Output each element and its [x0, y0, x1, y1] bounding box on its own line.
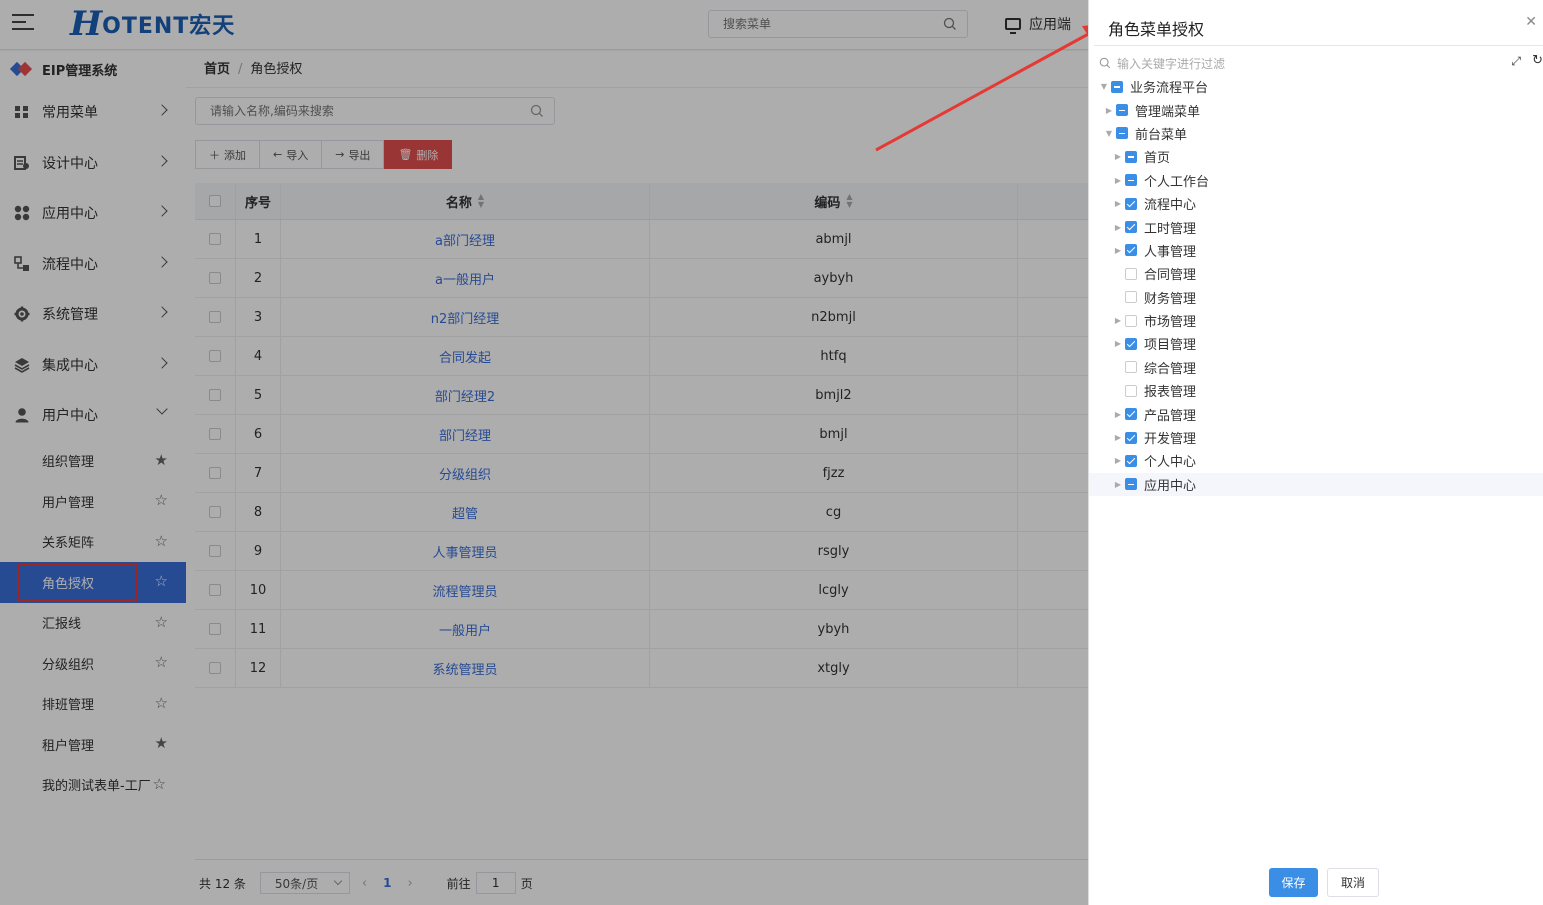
drawer-title: 角色菜单授权 [1108, 20, 1205, 39]
tree-node-label: 开发管理 [1144, 432, 1197, 448]
tree-checkbox[interactable] [1125, 454, 1137, 467]
tree-checkbox[interactable] [1125, 478, 1137, 491]
divider [1094, 45, 1543, 46]
tree-node[interactable]: ▶报表管理 [1089, 379, 1543, 402]
tree-node-label: 项目管理 [1144, 338, 1197, 354]
tree-node-label: 产品管理 [1144, 408, 1197, 424]
caret-right-icon[interactable]: ▶ [1113, 152, 1123, 161]
tree-checkbox[interactable] [1125, 244, 1137, 257]
tree-checkbox[interactable] [1125, 384, 1137, 397]
tree-node-label: 综合管理 [1144, 361, 1197, 377]
tree-node[interactable]: ▶ 流程中心 [1089, 192, 1543, 215]
tree-checkbox[interactable] [1125, 361, 1137, 374]
tree-checkbox[interactable] [1125, 408, 1137, 421]
tree-node[interactable]: ▶财务管理 [1089, 286, 1543, 309]
tree-checkbox[interactable] [1125, 314, 1137, 327]
tree-node[interactable]: ▶综合管理 [1089, 356, 1543, 379]
tree-checkbox[interactable] [1125, 150, 1137, 163]
cancel-button[interactable]: 取消 [1327, 868, 1379, 897]
caret-down-icon[interactable]: ▼ [1104, 129, 1114, 138]
tree-node-label: 流程中心 [1144, 198, 1197, 214]
caret-right-icon[interactable]: ▶ [1113, 223, 1123, 232]
tree-node[interactable]: ▶ 市场管理 [1089, 309, 1543, 332]
tree-node-label: 首页 [1144, 151, 1171, 167]
caret-right-icon[interactable]: ▶ [1113, 246, 1123, 255]
tree-node[interactable]: ▶ 个人工作台 [1089, 169, 1543, 192]
tree-filter-placeholder: 输入关键字进行过滤 [1117, 56, 1226, 71]
caret-right-icon[interactable]: ▶ [1113, 339, 1123, 348]
tree-node-label: 个人工作台 [1144, 174, 1210, 190]
tree-node-label: 业务流程平台 [1130, 81, 1209, 97]
caret-right-icon[interactable]: ▶ [1113, 456, 1123, 465]
tree-node-label: 工时管理 [1144, 221, 1197, 237]
tree-node-label: 报表管理 [1144, 385, 1197, 401]
tree-node[interactable]: ▶ 管理端菜单 [1089, 98, 1543, 121]
tree-node[interactable]: ▶ 应用中心 [1089, 472, 1543, 497]
tree-node-label: 合同管理 [1144, 268, 1197, 284]
tree-node[interactable]: ▶ 工时管理 [1089, 215, 1543, 238]
tree-checkbox[interactable] [1125, 267, 1137, 280]
caret-right-icon[interactable]: ▶ [1113, 433, 1123, 442]
tree-checkbox[interactable] [1125, 291, 1137, 304]
tree-checkbox[interactable] [1125, 431, 1137, 444]
tree-node[interactable]: ▶合同管理 [1089, 262, 1543, 285]
caret-right-icon[interactable]: ▶ [1113, 410, 1123, 419]
save-button[interactable]: 保存 [1269, 868, 1318, 897]
tree-checkbox[interactable] [1125, 197, 1137, 210]
tree-checkbox[interactable] [1125, 221, 1137, 234]
caret-right-icon[interactable]: ▶ [1104, 106, 1114, 115]
tree-node-label: 个人中心 [1144, 455, 1197, 471]
role-menu-drawer: 角色菜单授权 ✕ 输入关键字进行过滤 ⤢ ↻ ▼ 业务流程平台 ▶ 管理端菜单 ▼ 前台菜… [1088, 0, 1543, 905]
tree-node[interactable]: ▶ 产品管理 [1089, 402, 1543, 425]
tree-node-label: 管理端菜单 [1135, 104, 1201, 120]
tree-node[interactable]: ▶ 人事管理 [1089, 239, 1543, 262]
caret-right-icon[interactable]: ▶ [1113, 480, 1123, 489]
expand-icon[interactable]: ⤢ [1511, 54, 1521, 69]
tree-node[interactable]: ▼ 前台菜单 [1089, 122, 1543, 145]
tree-node-label: 前台菜单 [1135, 127, 1188, 143]
search-icon [1099, 57, 1111, 69]
tree-node[interactable]: ▼ 业务流程平台 [1089, 75, 1543, 98]
caret-right-icon[interactable]: ▶ [1113, 199, 1123, 208]
tree-checkbox[interactable] [1116, 127, 1128, 140]
menu-tree: ▼ 业务流程平台 ▶ 管理端菜单 ▼ 前台菜单 ▶ 首页 ▶ 个人工作台 ▶ 流程中心 ▶ 工时管理 ▶ 人事… [1089, 75, 1543, 497]
caret-right-icon[interactable]: ▶ [1113, 176, 1123, 185]
refresh-icon[interactable]: ↻ [1532, 53, 1543, 68]
tree-node-label: 应用中心 [1144, 478, 1197, 494]
tree-checkbox[interactable] [1116, 104, 1128, 117]
caret-down-icon[interactable]: ▼ [1099, 82, 1109, 91]
tree-checkbox[interactable] [1125, 174, 1137, 187]
tree-node[interactable]: ▶ 开发管理 [1089, 426, 1543, 449]
tree-checkbox[interactable] [1125, 337, 1137, 350]
close-icon[interactable]: ✕ [1525, 14, 1537, 30]
tree-node[interactable]: ▶ 项目管理 [1089, 332, 1543, 355]
tree-checkbox[interactable] [1111, 80, 1123, 93]
caret-right-icon[interactable]: ▶ [1113, 316, 1123, 325]
tree-node[interactable]: ▶ 首页 [1089, 145, 1543, 168]
tree-node-label: 市场管理 [1144, 315, 1197, 331]
tree-filter[interactable]: 输入关键字进行过滤 ⤢ ↻ [1099, 52, 1543, 74]
tree-node-label: 财务管理 [1144, 291, 1197, 307]
tree-node[interactable]: ▶ 个人中心 [1089, 449, 1543, 472]
annotation-arrow [875, 24, 1106, 152]
tree-node-label: 人事管理 [1144, 244, 1197, 260]
